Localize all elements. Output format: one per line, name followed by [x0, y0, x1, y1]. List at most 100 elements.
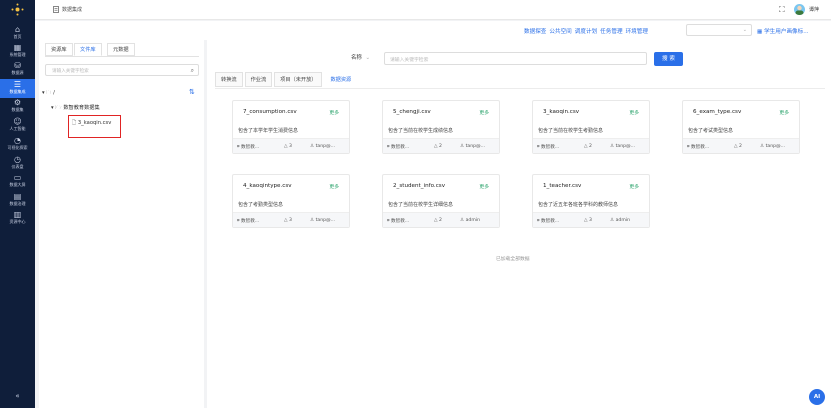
card-more-link[interactable]: 更多: [329, 109, 339, 116]
resource-search-input[interactable]: 请输入关键字检索: [384, 52, 647, 65]
card-footer: ⌗ 数智教... △ 2 ♙ tanp@...: [383, 138, 499, 153]
module-menu-bar: 数据探查 公共空间 调度计划 任务管理 环境管理 ⌄ ▦ 学生用户画像标...: [35, 21, 831, 40]
card-count: △ 2: [734, 144, 742, 149]
nav-item-3[interactable]: ☰ 数据集成: [0, 79, 35, 98]
robot-icon: ☺: [13, 117, 22, 126]
card-more-link[interactable]: 更多: [329, 183, 339, 190]
menu-link-3[interactable]: 任务管理: [600, 29, 622, 35]
nav-item-8[interactable]: ▭ 数据大屏: [0, 172, 35, 191]
card-count-value: 3: [589, 218, 592, 223]
card-count: △ 2: [434, 144, 442, 149]
tab-main-0[interactable]: 转换流: [215, 72, 243, 87]
card-owner-value: tanp@...: [765, 144, 786, 149]
file-panel: 资源库 文件库 元数据 请输入关键字检索 ⌕ ▾ 🗀 / ⇅ ▾ 🗁 数智教育数…: [39, 40, 204, 408]
card-count-value: 3: [289, 218, 292, 223]
card-title[interactable]: 2_student_info.csv: [393, 183, 445, 189]
card-owner-value: tanp@...: [615, 144, 636, 149]
nav-item-7[interactable]: ◷ 仪表盘: [0, 154, 35, 173]
card-owner-value: tanp@...: [465, 144, 486, 149]
collapse-nav-button[interactable]: «: [0, 392, 35, 406]
ai-assistant-button[interactable]: AI: [809, 389, 825, 405]
card-footer: ⌗ 数智教... △ 3 ♙ admin: [533, 212, 649, 227]
menu-link-2[interactable]: 调度计划: [575, 29, 597, 35]
card-owner: ♙ admin: [460, 218, 480, 223]
card-title[interactable]: 7_consumption.csv: [243, 109, 297, 115]
folder-open-icon: 🗁: [55, 105, 62, 111]
nav-item-2[interactable]: ⛁ 数据源: [0, 60, 35, 79]
nav-item-label: 数据治理: [9, 201, 26, 206]
resource-icon: ▥: [13, 210, 22, 219]
resource-card[interactable]: 4_kaoqintype.csv 更多 包含了考勤类型信息 ⌗ 数智教... △ 3 ♙ …: [232, 174, 350, 228]
nav-item-10[interactable]: ▥ 资源中心: [0, 209, 35, 228]
project-selector[interactable]: ▦ 学生用户画像标...: [757, 27, 809, 35]
tab-main-2[interactable]: 项目（未开放）: [274, 72, 323, 87]
resource-card[interactable]: 3_kaoqin.csv 更多 包含了当前在校学生考勤信息 ⌗ 数智教... △ 2 ♙ …: [532, 100, 650, 154]
card-title[interactable]: 3_kaoqin.csv: [543, 109, 579, 115]
tree-file[interactable]: 🗋 3_kaoqin.csv: [72, 119, 111, 128]
tree-folder-label: 数智教育数据集: [63, 105, 100, 111]
governance-icon: ▤: [13, 192, 22, 201]
chevron-down-icon: ⌄: [742, 27, 747, 33]
card-footer: ⌗ 数智教... △ 2 ♙ admin: [383, 212, 499, 227]
card-more-link[interactable]: 更多: [629, 183, 639, 190]
tab-main-3[interactable]: 数据资源: [324, 72, 358, 87]
card-footer: ⌗ 数智教... △ 2 ♙ tanp@...: [683, 138, 799, 153]
card-title[interactable]: 1_teacher.csv: [543, 183, 581, 189]
card-tag-label: 数智教...: [541, 219, 560, 224]
tree-root[interactable]: ▾ 🗀 /: [42, 89, 55, 98]
card-description: 包含了本学年学生消费信息: [238, 128, 299, 134]
sort-icon[interactable]: ⇅: [189, 88, 195, 96]
card-count-value: 3: [289, 144, 292, 149]
tree-folder[interactable]: ▾ 🗁 数智教育数据集: [51, 104, 100, 113]
tab-file-library[interactable]: 文件库: [74, 43, 102, 56]
resource-card[interactable]: 6_exam_type.csv 更多 包含了考试类型信息 ⌗ 数智教... △ 2 ♙ t…: [682, 100, 800, 154]
card-tag-label: 数智教...: [691, 145, 710, 150]
home-icon: ⌂: [14, 25, 21, 34]
nav-item-6[interactable]: ◔ 可视化探索: [0, 135, 35, 154]
card-title[interactable]: 5_chengji.csv: [393, 109, 431, 115]
card-owner: ♙ tanp@...: [310, 144, 335, 149]
card-owner: ♙ admin: [610, 218, 630, 223]
nav-item-5[interactable]: ☺ 人工智能: [0, 116, 35, 135]
search-field-select[interactable]: 名称 ⌄: [351, 52, 379, 65]
main-panel: 名称 ⌄ 请输入关键字检索 搜 索 转换流 作业流 项目（未开放） 数据资源 7_co…: [207, 40, 831, 408]
menu-link-1[interactable]: 公共空间: [549, 29, 571, 35]
menu-link-4[interactable]: 环境管理: [626, 29, 648, 35]
card-owner: ♙ tanp@...: [610, 144, 635, 149]
card-owner-value: admin: [465, 218, 480, 223]
card-count-value: 2: [589, 144, 592, 149]
nav-item-9[interactable]: ▤ 数据治理: [0, 191, 35, 210]
avatar[interactable]: [794, 4, 805, 15]
resource-card[interactable]: 5_chengji.csv 更多 包含了当前在校学生成绩信息 ⌗ 数智教... △ 2 ♙…: [382, 100, 500, 154]
menu-link-0[interactable]: 数据探查: [524, 29, 546, 35]
nav-item-1[interactable]: ▦ 系统管理: [0, 42, 35, 61]
tab-metadata[interactable]: 元数据: [107, 43, 135, 56]
card-owner-value: admin: [615, 218, 630, 223]
resource-card[interactable]: 1_teacher.csv 更多 包含了近五年各班各学科的教师信息 ⌗ 数智教... △…: [532, 174, 650, 228]
nav-item-4[interactable]: ⚙ 数据集: [0, 97, 35, 116]
card-more-link[interactable]: 更多: [479, 109, 489, 116]
resource-card[interactable]: 7_consumption.csv 更多 包含了本学年学生消费信息 ⌗ 数智教... △…: [232, 100, 350, 154]
card-title[interactable]: 6_exam_type.csv: [693, 109, 741, 115]
card-title[interactable]: 4_kaoqintype.csv: [243, 183, 292, 189]
card-more-link[interactable]: 更多: [479, 183, 489, 190]
nav-item-label: 数据集: [11, 107, 24, 112]
environment-select[interactable]: ⌄: [686, 24, 752, 36]
nav-item-0[interactable]: ⌂ 首页: [0, 24, 35, 43]
card-more-link[interactable]: 更多: [629, 109, 639, 116]
tab-resource-library[interactable]: 资源库: [45, 43, 73, 56]
tree-file-label: 3_kaoqin.csv: [77, 120, 112, 126]
search-button[interactable]: 搜 索: [654, 52, 683, 66]
fullscreen-icon[interactable]: ⛶: [779, 5, 788, 14]
resource-card[interactable]: 2_student_info.csv 更多 包含了当前在校学生详细信息 ⌗ 数智教..…: [382, 174, 500, 228]
card-more-link[interactable]: 更多: [779, 109, 789, 116]
file-search-input[interactable]: 请输入关键字检索 ⌕: [45, 64, 199, 76]
tab-main-1[interactable]: 作业流: [244, 72, 273, 87]
nav-item-label: 可视化探索: [7, 145, 28, 150]
folder-icon: 🗀: [46, 90, 52, 96]
search-icon[interactable]: ⌕: [191, 67, 194, 75]
username[interactable]: 谭萍: [809, 6, 819, 13]
card-tag-label: 数智教...: [241, 219, 260, 224]
card-description: 包含了考勤类型信息: [238, 202, 284, 208]
card-count-value: 2: [739, 144, 742, 149]
